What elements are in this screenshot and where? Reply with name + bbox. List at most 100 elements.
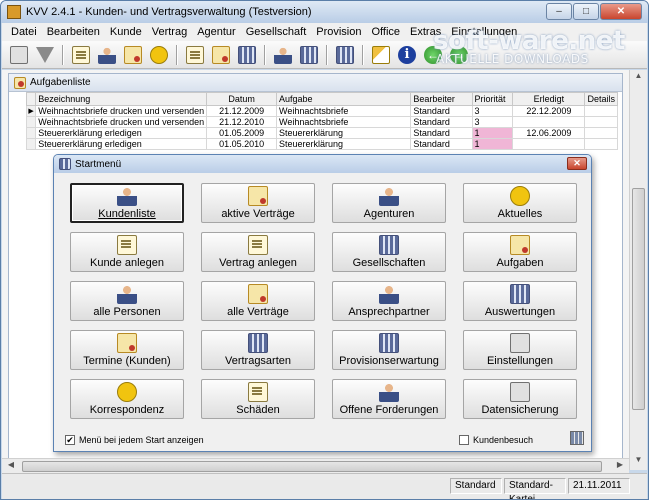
provisionserwartung-button[interactable]: Provisionserwartung (332, 330, 446, 370)
toolbar-agencies-button[interactable] (272, 44, 294, 66)
cell-datum[interactable]: 01.05.2010 (206, 138, 278, 150)
cell-erledigt[interactable] (512, 116, 586, 128)
menu-bearbeiten[interactable]: Bearbeiten (42, 26, 105, 38)
cell-datum[interactable]: 01.05.2009 (206, 127, 278, 139)
toolbar-contracts-button[interactable] (210, 44, 232, 66)
cell-bearbeiter[interactable]: Standard (410, 116, 473, 128)
cell-details[interactable] (584, 105, 618, 117)
row-selector[interactable] (25, 116, 37, 128)
vertragsarten-button[interactable]: Vertragsarten (201, 330, 315, 370)
cell-datum[interactable]: 21.12.2010 (206, 116, 278, 128)
cell-erledigt[interactable]: 12.06.2009 (512, 127, 586, 139)
column-header-erledigt[interactable]: Erledigt (512, 92, 586, 106)
alle-vertraege-button[interactable]: alle Verträge (201, 281, 315, 321)
minimize-button[interactable]: – (546, 3, 572, 20)
scroll-down-icon[interactable]: ▼ (632, 455, 645, 469)
toolbar-appointments-button[interactable] (122, 44, 144, 66)
cell-aufgabe[interactable]: Steuererklärung (276, 127, 412, 139)
toolbar-new-customer-button[interactable] (70, 44, 92, 66)
startmenu-close-button[interactable]: ✕ (567, 157, 587, 170)
cell-bezeichnung[interactable]: Steuererklärung erledigen (35, 127, 208, 139)
maximize-button[interactable]: □ (573, 3, 599, 20)
kundenliste-button[interactable]: Kundenliste (70, 183, 184, 223)
table-row[interactable]: Steuererklärung erledigen 01.05.2009 Ste… (25, 127, 618, 139)
menu-kunde[interactable]: Kunde (105, 26, 147, 38)
toolbar-key-button[interactable] (370, 44, 392, 66)
cell-prioritaet[interactable]: 3 (471, 116, 514, 128)
horizontal-scrollbar[interactable]: ◀ ▶ (2, 458, 629, 473)
cell-bearbeiter[interactable]: Standard (410, 138, 473, 150)
schaeden-button[interactable]: Schäden (201, 379, 315, 419)
column-header-bezeichnung[interactable]: Bezeichnung (35, 92, 208, 106)
toolbar-correspondence-button[interactable] (148, 44, 170, 66)
toolbar-card-button[interactable] (8, 44, 30, 66)
ansprechpartner-button[interactable]: Ansprechpartner (332, 281, 446, 321)
cell-prioritaet[interactable]: 1 (471, 138, 514, 150)
cell-erledigt[interactable] (512, 138, 586, 150)
cell-datum[interactable]: 21.12.2009 (206, 105, 278, 117)
cell-bezeichnung[interactable]: Weihnachtsbriefe drucken und versenden (35, 116, 208, 128)
column-header-bearbeiter[interactable]: Bearbeiter (410, 92, 473, 106)
korrespondenz-button[interactable]: Korrespondenz (70, 379, 184, 419)
auswertungen-button[interactable]: Auswertungen (463, 281, 577, 321)
toolbar-contract-types-button[interactable] (236, 44, 258, 66)
column-header-aufgabe[interactable]: Aufgabe (276, 92, 412, 106)
menu-extras[interactable]: Extras (405, 26, 446, 38)
menu-einstellungen[interactable]: Einstellungen (446, 26, 522, 38)
cell-aufgabe[interactable]: Steuererklärung (276, 138, 412, 150)
toolbar-calculator-button[interactable] (334, 44, 356, 66)
table-row[interactable]: Steuererklärung erledigen 01.05.2010 Ste… (25, 138, 618, 150)
row-selector[interactable]: ▶ (25, 105, 37, 117)
horizontal-scroll-thumb[interactable] (22, 461, 602, 472)
kunde-anlegen-button[interactable]: Kunde anlegen (70, 232, 184, 272)
table-row[interactable]: Weihnachtsbriefe drucken und versenden 2… (25, 116, 618, 128)
vertical-scrollbar[interactable]: ▲ ▼ (629, 70, 647, 470)
cell-prioritaet[interactable]: 3 (471, 105, 514, 117)
table-row[interactable]: ▶ Weihnachtsbriefe drucken und versenden… (25, 105, 618, 117)
datensicherung-button[interactable]: Datensicherung (463, 379, 577, 419)
alle-personen-button[interactable]: alle Personen (70, 281, 184, 321)
aktive-vertraege-button[interactable]: aktive Verträge (201, 183, 315, 223)
kundenbesuch-checkbox[interactable] (459, 435, 469, 445)
menu-datei[interactable]: Datei (6, 26, 42, 38)
show-on-start-option[interactable]: ✔ Menü bei jedem Start anzeigen (65, 435, 204, 445)
show-on-start-checkbox[interactable]: ✔ (65, 435, 75, 445)
cell-bearbeiter[interactable]: Standard (410, 105, 473, 117)
scroll-left-icon[interactable]: ◀ (4, 460, 18, 473)
calculator-icon[interactable] (570, 431, 584, 445)
cell-details[interactable] (584, 116, 618, 128)
column-header-datum[interactable]: Datum (206, 92, 278, 106)
cell-bearbeiter[interactable]: Standard (410, 127, 473, 139)
gesellschaften-button[interactable]: Gesellschaften (332, 232, 446, 272)
einstellungen-button[interactable]: Einstellungen (463, 330, 577, 370)
cell-aufgabe[interactable]: Weihnachtsbriefe (276, 116, 412, 128)
cell-prioritaet[interactable]: 1 (471, 127, 514, 139)
row-selector[interactable] (25, 127, 37, 139)
menu-gesellschaft[interactable]: Gesellschaft (241, 26, 312, 38)
row-selector[interactable] (25, 138, 37, 150)
toolbar-back-button[interactable]: ← (422, 44, 444, 66)
menu-agentur[interactable]: Agentur (192, 26, 241, 38)
close-button[interactable]: ✕ (600, 3, 642, 20)
vertrag-anlegen-button[interactable]: Vertrag anlegen (201, 232, 315, 272)
agenturen-button[interactable]: Agenturen (332, 183, 446, 223)
menu-vertrag[interactable]: Vertrag (147, 26, 192, 38)
vertical-scroll-thumb[interactable] (632, 188, 645, 410)
column-header-details[interactable]: Details (584, 92, 618, 106)
cell-bezeichnung[interactable]: Weihnachtsbriefe drucken und versenden (35, 105, 208, 117)
termine-kunden-button[interactable]: Termine (Kunden) (70, 330, 184, 370)
cell-bezeichnung[interactable]: Steuererklärung erledigen (35, 138, 208, 150)
toolbar-customers-button[interactable] (96, 44, 118, 66)
scroll-up-icon[interactable]: ▲ (632, 71, 645, 85)
toolbar-filter-button[interactable] (34, 44, 56, 66)
aufgaben-button[interactable]: Aufgaben (463, 232, 577, 272)
column-header-prioritaet[interactable]: Priorität (471, 92, 514, 106)
offene-forderungen-button[interactable]: Offene Forderungen (332, 379, 446, 419)
menu-office[interactable]: Office (367, 26, 406, 38)
aktuelles-button[interactable]: Aktuelles (463, 183, 577, 223)
cell-erledigt[interactable]: 22.12.2009 (512, 105, 586, 117)
toolbar-new-contract-button[interactable] (184, 44, 206, 66)
cell-details[interactable] (584, 138, 618, 150)
cell-details[interactable] (584, 127, 618, 139)
toolbar-info-button[interactable]: i (396, 44, 418, 66)
